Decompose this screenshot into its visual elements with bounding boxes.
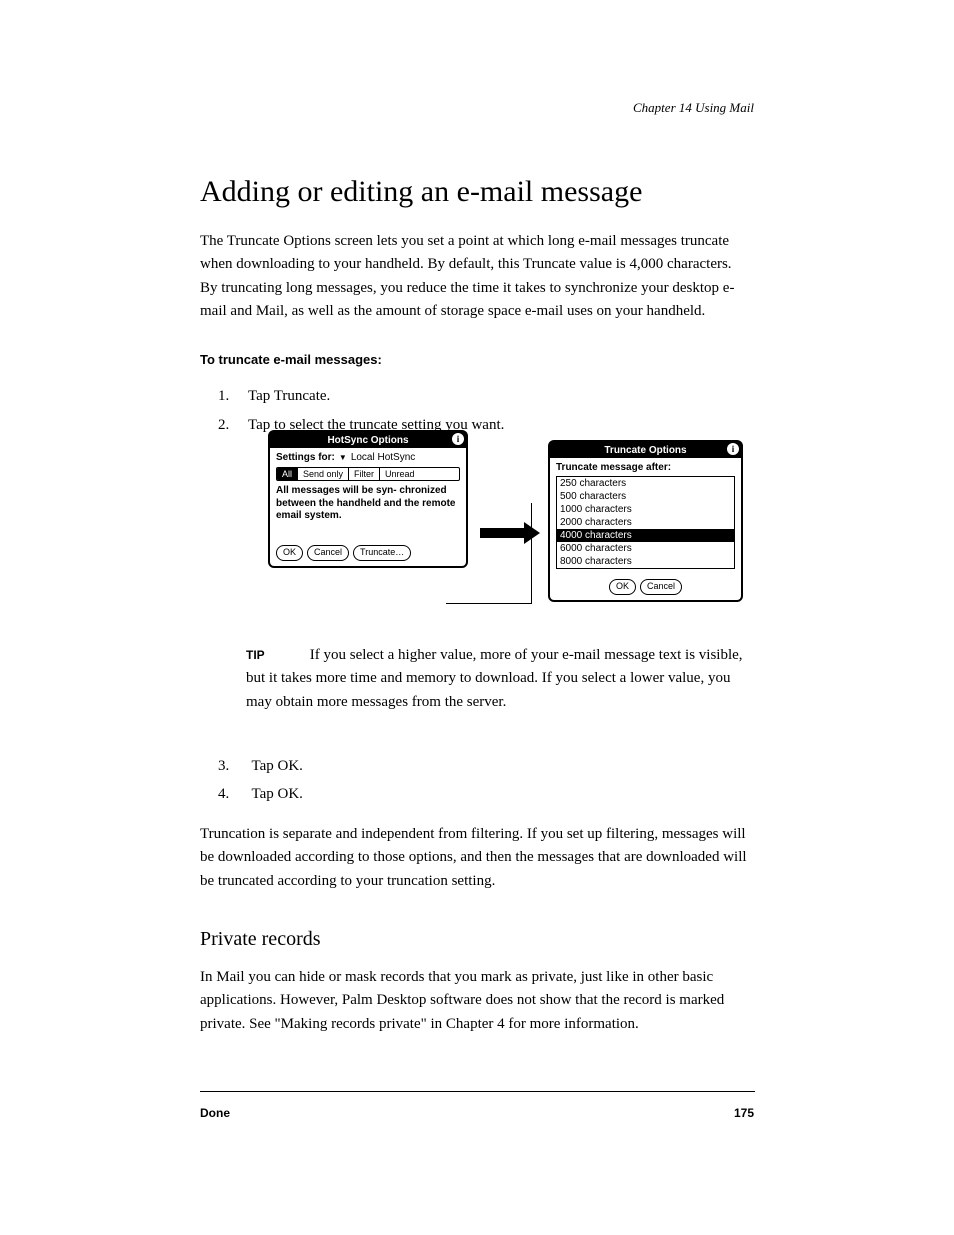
dialog-title: Truncate Options bbox=[604, 445, 686, 456]
footer-left: Done bbox=[200, 1106, 230, 1120]
steps-heading: To truncate e-mail messages: bbox=[200, 352, 382, 367]
subheading-paragraph: In Mail you can hide or mask records tha… bbox=[200, 966, 750, 1036]
option-8000[interactable]: 8000 characters bbox=[557, 555, 734, 568]
step-text: Tap OK. bbox=[251, 758, 302, 774]
option-250[interactable]: 250 characters bbox=[557, 477, 734, 490]
step-item: 3. Tap OK. bbox=[218, 755, 758, 778]
option-2000[interactable]: 2000 characters bbox=[557, 516, 734, 529]
settings-for-label: Settings for: bbox=[276, 452, 335, 463]
cancel-button[interactable]: Cancel bbox=[640, 579, 682, 595]
hotsync-options-dialog: HotSync Options i Settings for: ▼ Local … bbox=[268, 430, 468, 568]
tab-all[interactable]: All bbox=[277, 468, 298, 480]
footer-rule bbox=[200, 1091, 755, 1092]
dropdown-caret-icon[interactable]: ▼ bbox=[339, 453, 347, 462]
settings-for-row: Settings for: ▼ Local HotSync bbox=[276, 452, 460, 463]
dialog-description: All messages will be syn- chronized betw… bbox=[276, 485, 460, 523]
truncate-option-list: 250 characters 500 characters 1000 chara… bbox=[556, 476, 735, 569]
dialog-button-row: OK Cancel Truncate… bbox=[270, 545, 466, 566]
step-item: 4. Tap OK. bbox=[218, 783, 758, 806]
info-icon[interactable]: i bbox=[452, 433, 464, 445]
tab-unread[interactable]: Unread bbox=[380, 468, 420, 480]
step-text: Tap OK. bbox=[251, 786, 302, 802]
ok-button[interactable]: OK bbox=[276, 545, 303, 561]
option-1000[interactable]: 1000 characters bbox=[557, 503, 734, 516]
option-4000[interactable]: 4000 characters bbox=[557, 529, 734, 542]
step-number: 2. bbox=[218, 414, 248, 437]
step-number: 3. bbox=[218, 755, 248, 778]
truncate-button[interactable]: Truncate… bbox=[353, 545, 411, 561]
callout-line bbox=[531, 503, 532, 603]
option-500[interactable]: 500 characters bbox=[557, 490, 734, 503]
section-title: Adding or editing an e-mail message bbox=[200, 175, 642, 209]
dialog-body: Truncate message after: 250 characters 5… bbox=[550, 458, 741, 579]
tip-label: TIP bbox=[246, 646, 306, 665]
step-number: 4. bbox=[218, 783, 248, 806]
dialog-body: Settings for: ▼ Local HotSync All Send o… bbox=[270, 448, 466, 545]
tab-send-only[interactable]: Send only bbox=[298, 468, 349, 480]
option-6000[interactable]: 6000 characters bbox=[557, 542, 734, 555]
cancel-button[interactable]: Cancel bbox=[307, 545, 349, 561]
step-text: Tap Truncate. bbox=[248, 385, 330, 408]
step-item: 1. Tap Truncate. bbox=[218, 385, 758, 408]
outro-paragraph: Truncation is separate and independent f… bbox=[200, 823, 750, 893]
footer-page-number: 175 bbox=[734, 1106, 754, 1120]
chapter-header: Chapter 14 Using Mail bbox=[633, 100, 754, 116]
truncate-options-dialog: Truncate Options i Truncate message afte… bbox=[548, 440, 743, 602]
dialog-button-row: OK Cancel bbox=[550, 579, 741, 600]
subheading: Private records bbox=[200, 928, 321, 951]
step-number: 1. bbox=[218, 385, 248, 408]
tip-text: If you select a higher value, more of yo… bbox=[246, 647, 743, 710]
dialog-titlebar: HotSync Options i bbox=[270, 432, 466, 448]
tab-filter[interactable]: Filter bbox=[349, 468, 380, 480]
dialog-titlebar: Truncate Options i bbox=[550, 442, 741, 458]
truncate-after-label: Truncate message after: bbox=[556, 462, 735, 473]
callout-line bbox=[446, 603, 532, 604]
tab-bar: All Send only Filter Unread bbox=[276, 467, 460, 481]
dialog-title: HotSync Options bbox=[327, 435, 408, 446]
ok-button[interactable]: OK bbox=[609, 579, 636, 595]
intro-paragraph: The Truncate Options screen lets you set… bbox=[200, 230, 748, 323]
dialog-diagram: HotSync Options i Settings for: ▼ Local … bbox=[268, 430, 743, 630]
dropdown-value[interactable]: Local HotSync bbox=[351, 452, 415, 463]
info-icon[interactable]: i bbox=[727, 443, 739, 455]
page: Chapter 14 Using Mail Adding or editing … bbox=[0, 0, 954, 1235]
tip-note: TIP If you select a higher value, more o… bbox=[246, 644, 752, 714]
